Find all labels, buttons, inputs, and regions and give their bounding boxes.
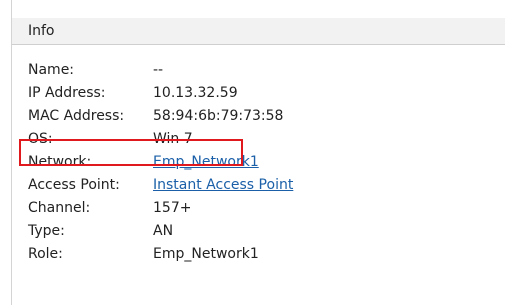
mac-address-label: MAC Address: [28,108,125,124]
ip-address-value: 10.13.32.59 [153,85,238,101]
panel-header: Info [12,18,505,45]
channel-value: 157+ [153,200,192,216]
mac-address-value: 58:94:6b:79:73:58 [153,108,284,124]
type-value: AN [153,223,174,239]
access-point-link[interactable]: Instant Access Point [153,174,293,197]
channel-label: Channel: [28,200,91,216]
name-label: Name: [28,62,75,78]
role-label: Role: [28,246,63,262]
os-value: Win 7 [153,131,193,147]
info-panel: Info Name: -- IP Address: 10.13.32.59 MA… [11,0,505,305]
access-point-label: Access Point: [28,177,120,193]
role-value: Emp_Network1 [153,246,259,262]
panel-title: Info [28,23,55,39]
name-value: -- [153,62,164,78]
type-label: Type: [28,223,65,239]
ip-address-label: IP Address: [28,85,106,101]
network-label: Network: [28,154,92,170]
os-label: OS: [28,131,53,147]
network-link[interactable]: Emp_Network1 [153,151,259,174]
